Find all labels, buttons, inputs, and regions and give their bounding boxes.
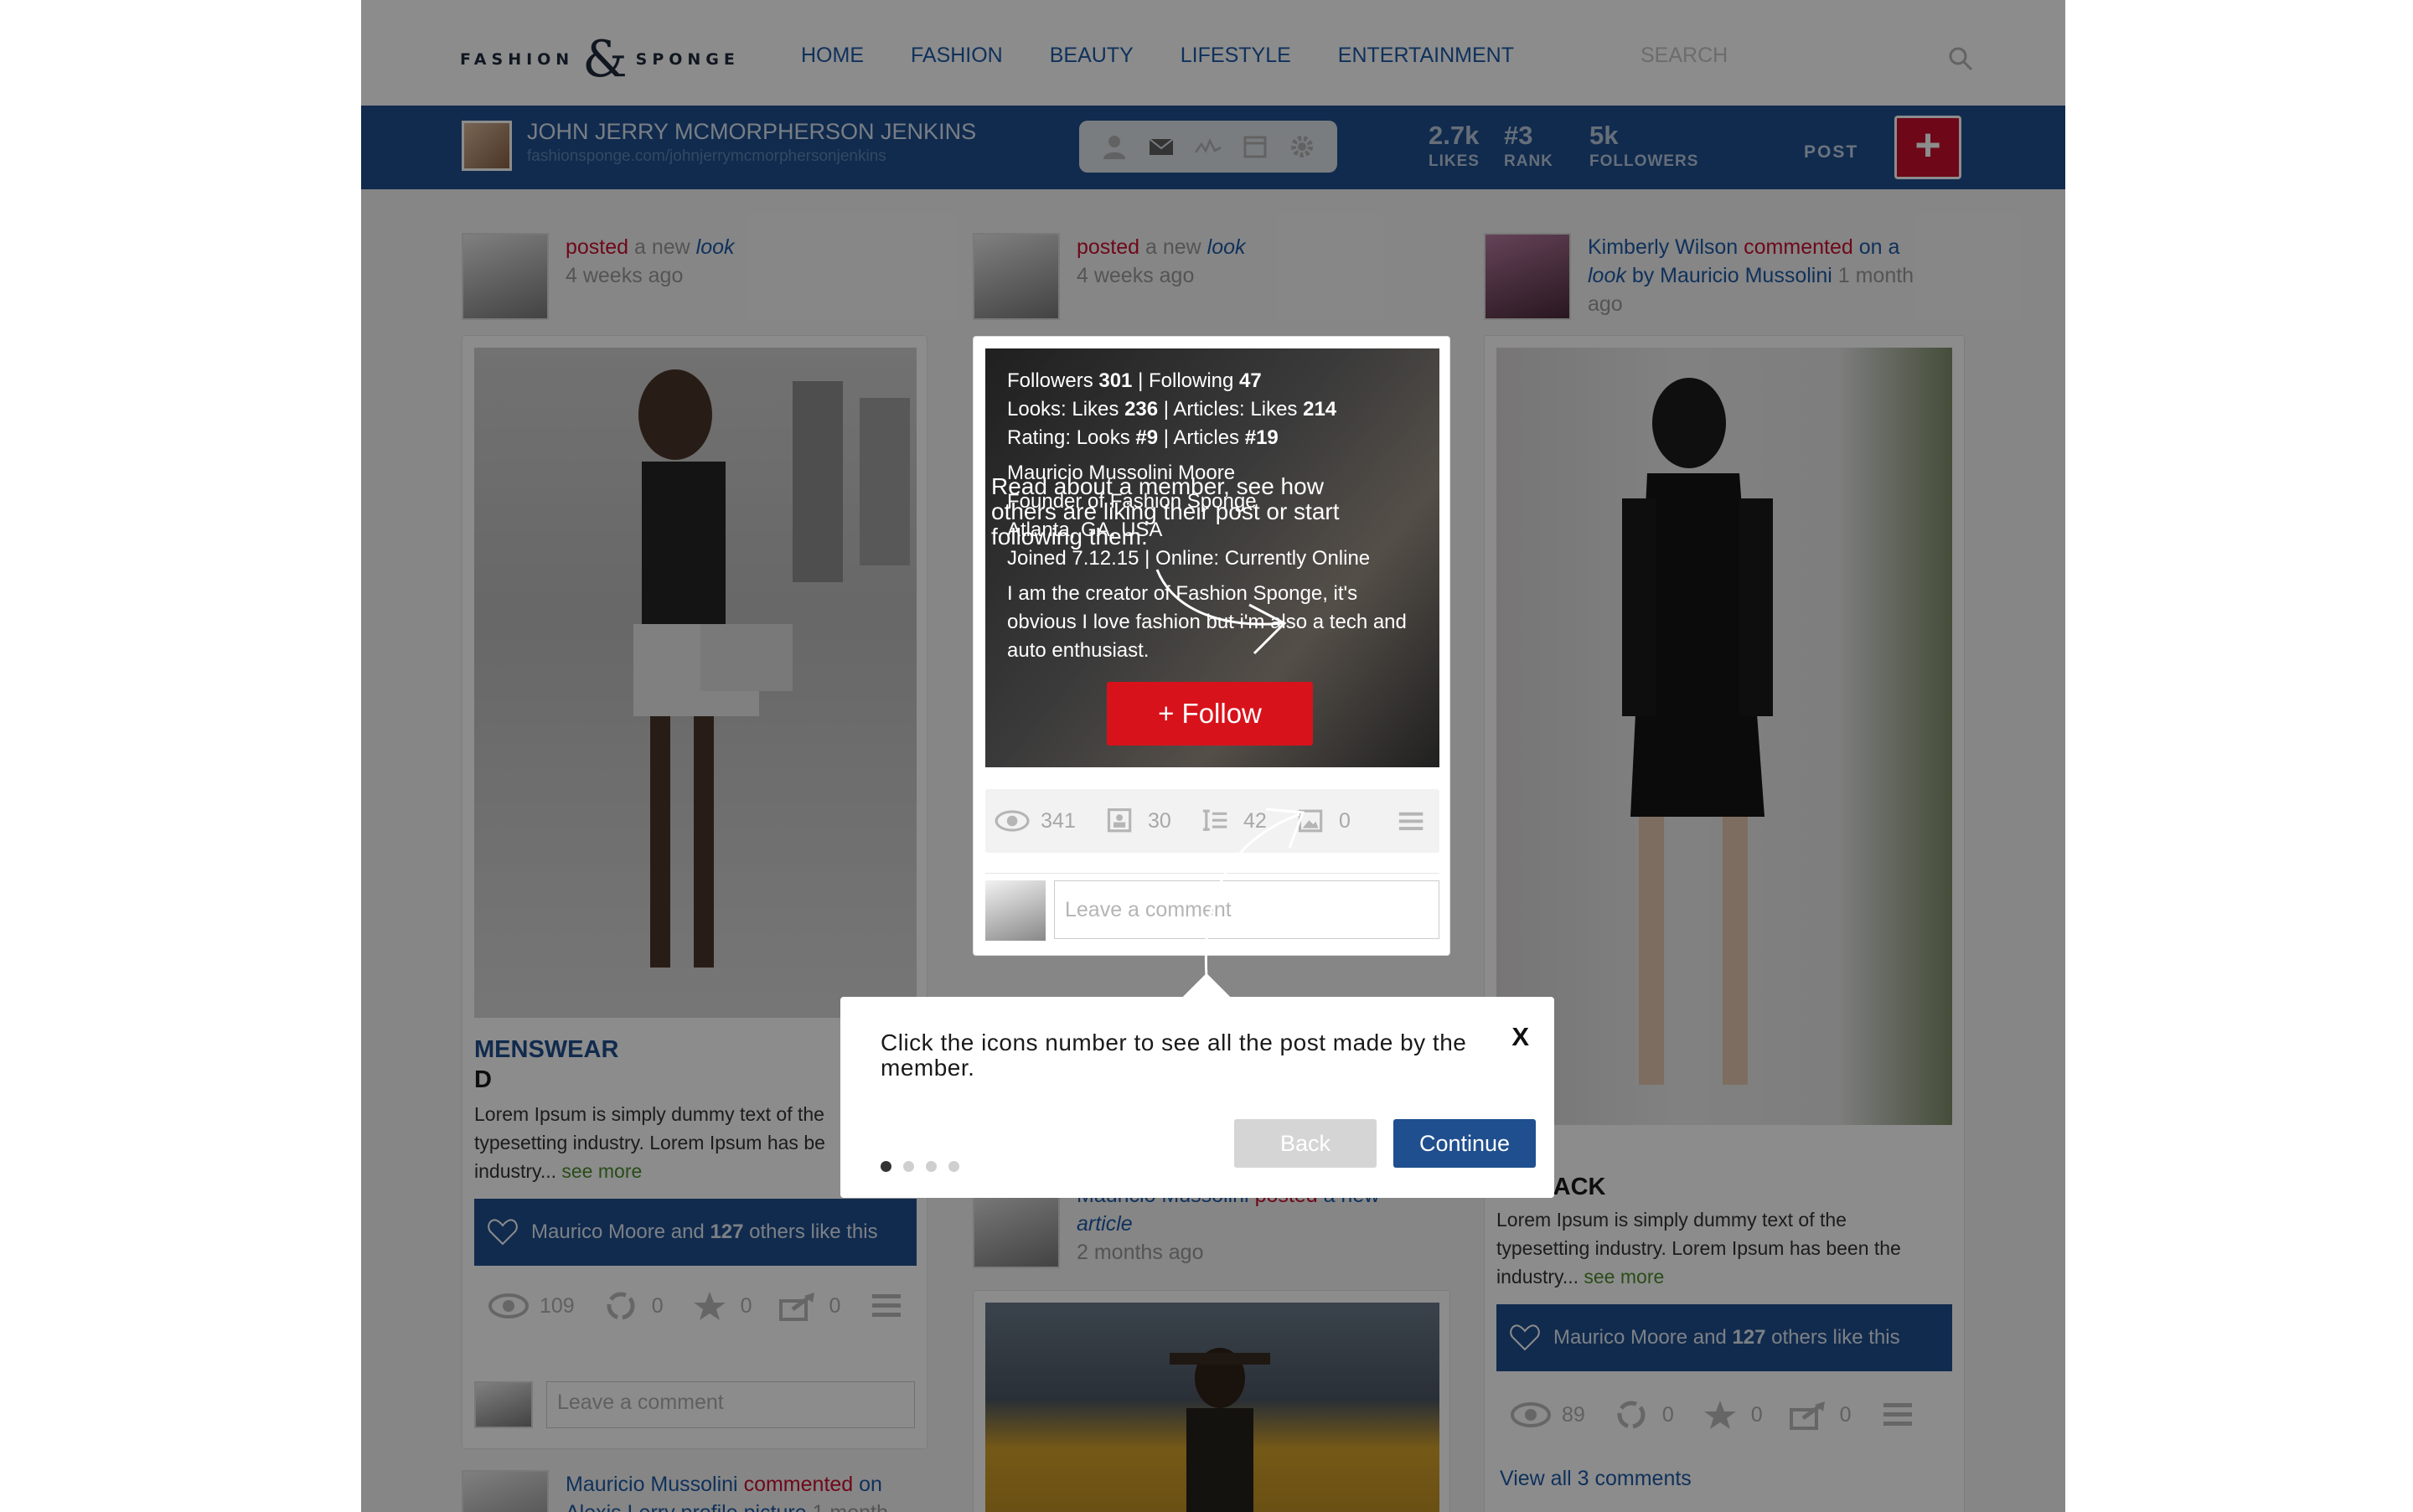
- annotation-arrows: [830, 553, 998, 988]
- progress-dot[interactable]: [948, 1161, 959, 1172]
- looks-likes-count[interactable]: 236: [1124, 398, 1158, 421]
- rating-stats: Rating: Looks #9 | Articles #19: [1007, 424, 1426, 452]
- articles-likes-count[interactable]: 214: [1303, 398, 1336, 421]
- close-button[interactable]: X: [1511, 1022, 1529, 1052]
- rating-looks-value[interactable]: #9: [1135, 426, 1158, 449]
- rating-articles-value[interactable]: #19: [1245, 426, 1279, 449]
- progress-dot[interactable]: [881, 1161, 891, 1172]
- page: FASHION & SPONGE HOME FASHION BEAUTY LIF…: [361, 0, 2065, 1512]
- tour-progress-dots: [881, 1161, 971, 1172]
- continue-button[interactable]: Continue: [1393, 1119, 1536, 1168]
- tour-annotation: Read about a member, see how others are …: [991, 473, 1340, 550]
- following-count[interactable]: 47: [1239, 369, 1262, 392]
- following-label: | Following: [1132, 369, 1240, 392]
- views-icon[interactable]: [994, 803, 1031, 839]
- views-count[interactable]: 341: [1041, 809, 1076, 833]
- progress-dot[interactable]: [926, 1161, 937, 1172]
- followers-count[interactable]: 301: [1098, 369, 1132, 392]
- looks-icon[interactable]: [1101, 803, 1138, 839]
- arrow-icon: [1155, 569, 1305, 989]
- likes-stats: Looks: Likes 236 | Articles: Likes 214: [1007, 395, 1426, 424]
- menu-icon[interactable]: [1393, 803, 1429, 839]
- progress-dot[interactable]: [903, 1161, 914, 1172]
- articles-likes-label: | Articles: Likes: [1158, 398, 1304, 421]
- follow-stats: Followers 301 | Following 47: [1007, 367, 1426, 395]
- looks-likes-label: Looks: Likes: [1007, 398, 1125, 421]
- back-button[interactable]: Back: [1234, 1119, 1377, 1168]
- rating-articles-label: | Articles: [1158, 426, 1245, 449]
- tour-tooltip: Click the icons number to see all the po…: [840, 973, 1554, 1198]
- rating-looks-label: Rating: Looks: [1007, 426, 1136, 449]
- images-count[interactable]: 0: [1339, 809, 1351, 833]
- tooltip-message: Click the icons number to see all the po…: [881, 1030, 1467, 1081]
- followers-label: Followers: [1007, 369, 1099, 392]
